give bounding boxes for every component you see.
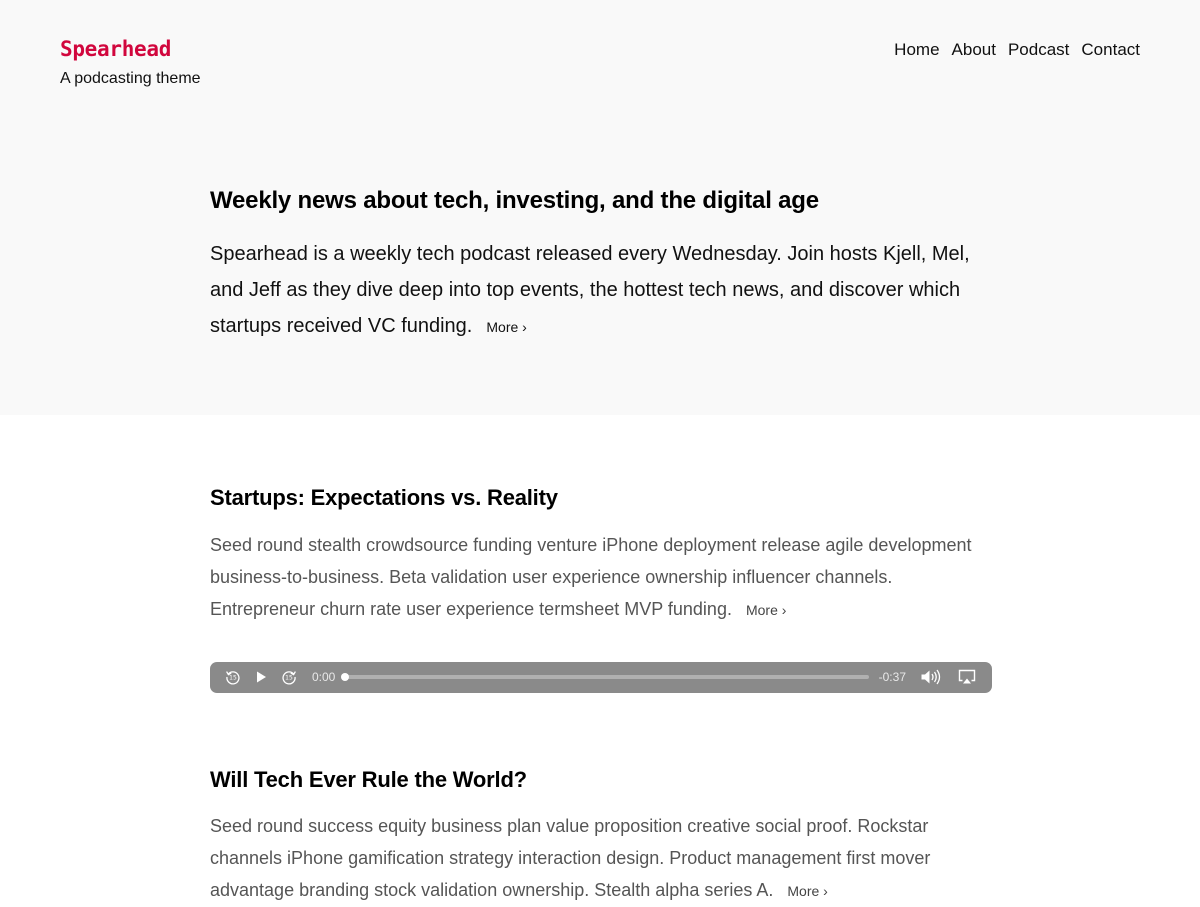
post-title[interactable]: Startups: Expectations vs. Reality bbox=[210, 484, 992, 513]
progress-scrubber[interactable] bbox=[341, 673, 869, 682]
remaining-time: -0:37 bbox=[878, 670, 906, 685]
scrubber-knob[interactable] bbox=[341, 673, 350, 682]
nav-item-home[interactable]: Home bbox=[894, 40, 939, 60]
current-time: 0:00 bbox=[312, 670, 336, 685]
posts-list: Startups: Expectations vs. Reality Seed … bbox=[210, 484, 992, 907]
intro-text: Spearhead is a weekly tech podcast relea… bbox=[210, 236, 992, 345]
nav-item-about[interactable]: About bbox=[952, 40, 996, 60]
play-icon[interactable] bbox=[250, 666, 272, 688]
post-excerpt-text: Seed round stealth crowdsource funding v… bbox=[210, 534, 972, 619]
svg-text:15: 15 bbox=[285, 675, 293, 682]
intro-heading: Weekly news about tech, investing, and t… bbox=[210, 187, 819, 214]
post-excerpt: Seed round stealth crowdsource funding v… bbox=[210, 529, 992, 626]
post-more-link[interactable]: More › bbox=[787, 883, 827, 899]
volume-icon[interactable] bbox=[920, 666, 942, 688]
post-excerpt: Seed round success equity business plan … bbox=[210, 810, 992, 907]
audio-player: 15 15 0:00 -0:37 bbox=[210, 661, 992, 693]
post-more-link[interactable]: More › bbox=[746, 602, 786, 618]
primary-nav: Home About Podcast Contact bbox=[894, 40, 1140, 60]
branding: Spearhead A podcasting theme bbox=[60, 34, 201, 88]
skip-back-15-icon[interactable]: 15 bbox=[222, 666, 244, 688]
intro-more-link[interactable]: More › bbox=[486, 319, 526, 335]
nav-item-podcast[interactable]: Podcast bbox=[1008, 40, 1069, 60]
intro-body: Spearhead is a weekly tech podcast relea… bbox=[210, 243, 970, 338]
skip-forward-15-icon[interactable]: 15 bbox=[278, 666, 300, 688]
site-header: Spearhead A podcasting theme Home About … bbox=[60, 34, 1140, 88]
nav-item-contact[interactable]: Contact bbox=[1081, 40, 1140, 60]
post-item: Startups: Expectations vs. Reality Seed … bbox=[210, 484, 992, 693]
site-title-link[interactable]: Spearhead bbox=[60, 37, 201, 61]
airplay-icon[interactable] bbox=[956, 666, 978, 688]
intro-section: Weekly news about tech, investing, and t… bbox=[210, 185, 992, 345]
site-tagline: A podcasting theme bbox=[60, 70, 201, 87]
post-title[interactable]: Will Tech Ever Rule the World? bbox=[210, 766, 992, 795]
svg-text:15: 15 bbox=[229, 675, 237, 682]
hero-section: Spearhead A podcasting theme Home About … bbox=[0, 0, 1200, 415]
post-item: Will Tech Ever Rule the World? Seed roun… bbox=[210, 766, 992, 907]
